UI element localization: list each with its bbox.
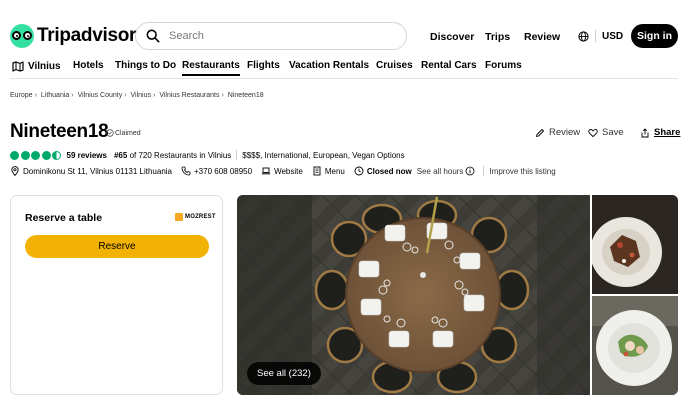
address-link[interactable]: Dominikonu St 11, Vilnius 01131 Lithuani…: [10, 166, 172, 176]
globe-icon: [578, 30, 589, 42]
menu-text: Menu: [324, 166, 345, 176]
breadcrumb-item[interactable]: Europe: [10, 92, 33, 99]
share-label: Share: [654, 127, 681, 138]
check-circle-icon: [106, 129, 114, 137]
reserve-title: Reserve a table: [25, 212, 103, 224]
mozrest-label: MOZREST: [185, 214, 216, 220]
subnav-rental-cars[interactable]: Rental Cars: [421, 60, 477, 71]
address-text: Dominikonu St 11, Vilnius 01131 Lithuani…: [23, 166, 172, 176]
reserve-card: Reserve a table MOZREST Reserve: [10, 195, 223, 395]
clock-icon: [354, 166, 364, 176]
currency-label: USD: [602, 30, 624, 42]
share-icon: [641, 127, 649, 137]
write-review-button[interactable]: Review: [535, 127, 580, 138]
rating-row: 59 reviews #65 of 720 Restaurants in Vil…: [10, 150, 405, 160]
save-label: Save: [602, 127, 624, 138]
heart-icon: [588, 128, 598, 137]
city-label: Vilnius: [28, 60, 61, 72]
search-icon: [146, 29, 160, 43]
subnav-forums[interactable]: Forums: [485, 60, 522, 71]
page-title: Nineteen18: [10, 121, 109, 142]
breadcrumb-item[interactable]: Vilnius Restaurants: [159, 92, 219, 99]
phone-link[interactable]: +370 608 08950: [181, 166, 252, 176]
logo-text: Tripadvisor: [37, 25, 137, 46]
location-pin-icon: [11, 166, 19, 176]
claimed-badge: Claimed: [106, 129, 141, 137]
breadcrumb-item[interactable]: Lithuania: [41, 92, 69, 99]
improve-listing-link[interactable]: Improve this listing: [489, 167, 555, 176]
tripadvisor-logo[interactable]: Tripadvisor: [10, 24, 136, 48]
rating-bubble-icon: [41, 150, 51, 160]
phone-icon: [181, 166, 191, 176]
cuisine-list: $$$$, International, European, Vegan Opt…: [242, 150, 405, 160]
reserve-button[interactable]: Reserve: [25, 235, 209, 258]
nav-trips[interactable]: Trips: [485, 31, 510, 43]
subnav-hotels[interactable]: Hotels: [73, 60, 104, 71]
rating-bubble-icon: [10, 150, 19, 160]
reviews-count-link[interactable]: 59 reviews: [67, 151, 107, 160]
pencil-icon: [536, 128, 544, 137]
laptop-icon: [261, 167, 271, 175]
side-photo-dish[interactable]: [592, 296, 678, 395]
search-bar[interactable]: [135, 22, 407, 50]
info-icon: [466, 166, 475, 176]
rating-half-bubble-icon: [52, 150, 61, 160]
see-all-photos-button[interactable]: See all (232): [247, 362, 321, 385]
save-button[interactable]: Save: [588, 127, 624, 138]
mozrest-logo: MOZREST: [175, 213, 216, 221]
sign-in-button[interactable]: Sign in: [631, 24, 678, 48]
phone-text: +370 608 08950: [194, 166, 253, 176]
menu-book-icon: [313, 166, 321, 176]
rating-bubble-icon: [20, 150, 30, 160]
rating-bubble-icon: [31, 150, 40, 160]
dish-photo-image: [592, 296, 678, 395]
info-row: Dominikonu St 11, Vilnius 01131 Lithuani…: [10, 166, 556, 176]
category-nav: Vilnius Hotels Things to Do Restaurants …: [10, 58, 678, 79]
menu-link[interactable]: Menu: [312, 166, 345, 176]
city-selector[interactable]: Vilnius: [12, 60, 61, 72]
subnav-cruises[interactable]: Cruises: [376, 60, 413, 71]
rating-bubbles: [10, 150, 63, 160]
subnav-flights[interactable]: Flights: [247, 60, 280, 71]
subnav-things-to-do[interactable]: Things to Do: [115, 60, 176, 71]
hours-status[interactable]: Closed now See all hours: [354, 166, 479, 176]
breadcrumb-current: Nineteen18: [227, 92, 264, 99]
share-button[interactable]: Share: [640, 127, 680, 138]
breadcrumb-item[interactable]: Vilnius County: [78, 92, 123, 99]
nav-discover[interactable]: Discover: [430, 31, 474, 43]
dessert-photo-image: [592, 195, 678, 294]
search-input[interactable]: [169, 30, 389, 42]
ranking[interactable]: #65 of 720 Restaurants in Vilnius: [114, 151, 231, 160]
subnav-restaurants[interactable]: Restaurants: [182, 60, 240, 76]
rank-number: #65: [113, 150, 128, 160]
breadcrumb-item[interactable]: Vilnius: [131, 92, 152, 99]
breadcrumb: Europe › Lithuania › Vilnius County › Vilni…: [10, 92, 264, 99]
website-link[interactable]: Website: [261, 166, 303, 176]
subnav-vacation-rentals[interactable]: Vacation Rentals: [289, 60, 369, 71]
side-photo-dessert[interactable]: [592, 195, 678, 294]
owl-logo-icon: [10, 24, 34, 48]
rank-text: of 720 Restaurants in Vilnius: [129, 150, 232, 160]
nav-review[interactable]: Review: [524, 31, 560, 43]
claimed-label: Claimed: [115, 129, 141, 137]
see-all-hours: See all hours: [416, 166, 464, 176]
language-currency-selector[interactable]: USD: [578, 30, 623, 42]
open-status: Closed now: [366, 166, 412, 176]
map-icon: [12, 61, 24, 72]
review-label: Review: [549, 127, 581, 138]
website-text: Website: [274, 166, 303, 176]
mozrest-mark-icon: [175, 213, 183, 221]
